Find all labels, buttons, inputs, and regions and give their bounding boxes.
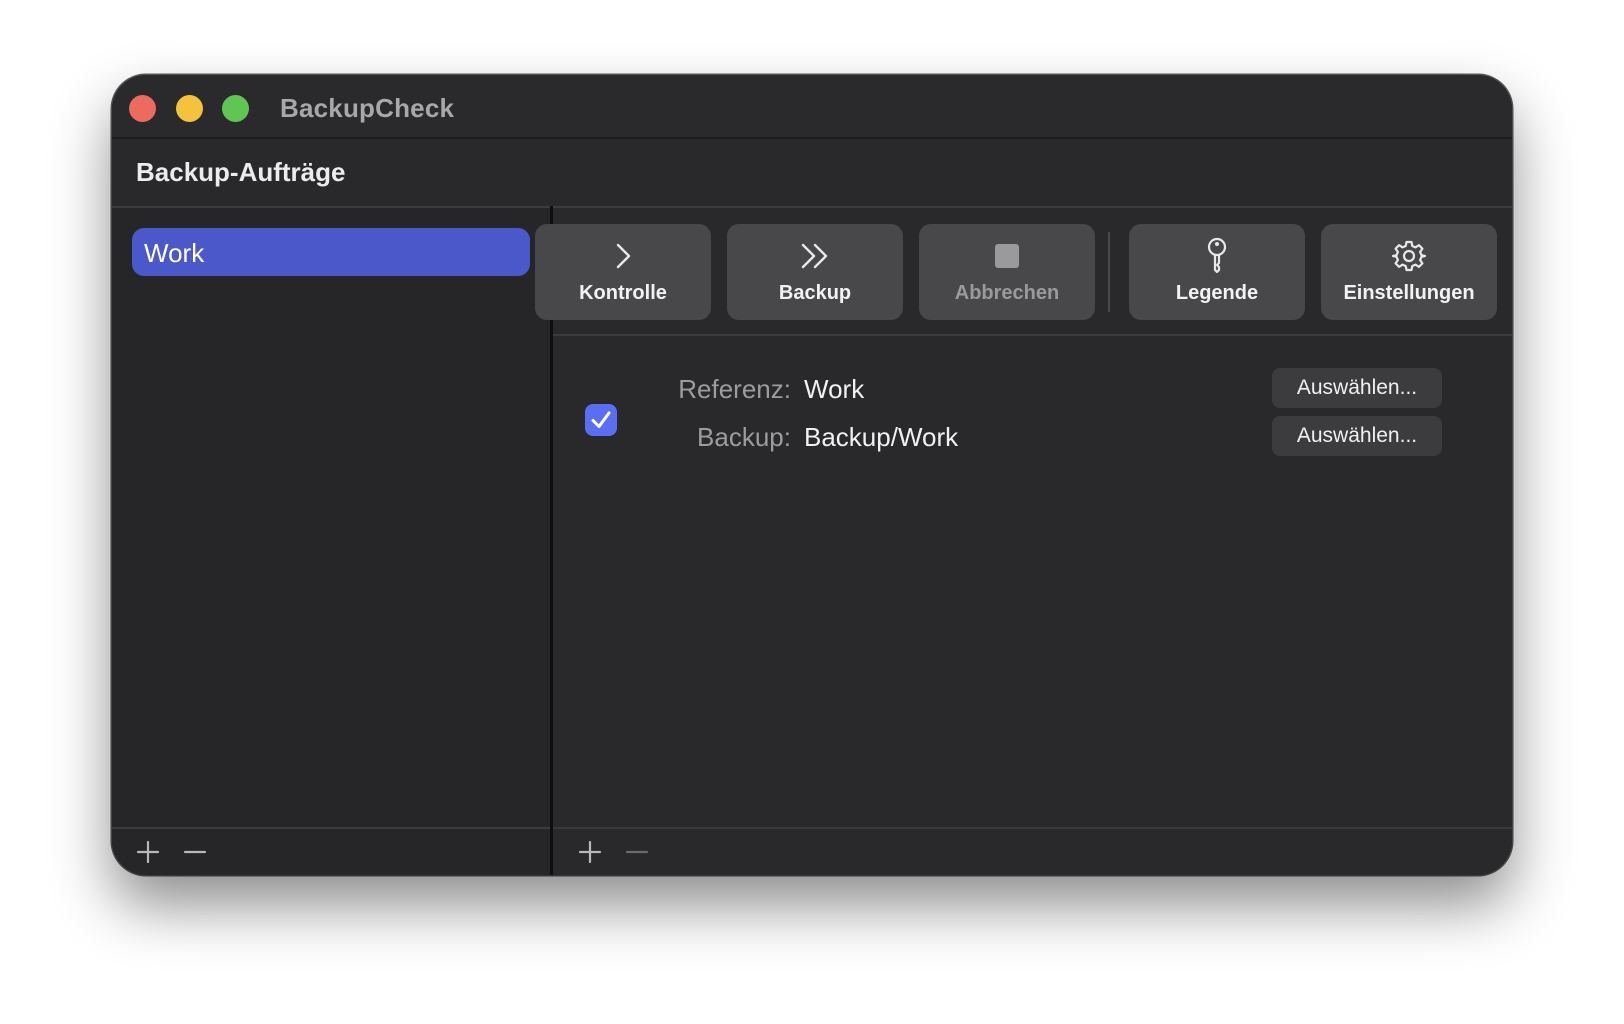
reference-value: Work [804, 374, 865, 404]
detail-bottom-divider [553, 827, 1512, 829]
abbrechen-label: Abbrechen [954, 282, 1060, 304]
gear-icon [1392, 240, 1426, 272]
einstellungen-label: Einstellungen [1343, 282, 1475, 304]
detail-bottom-bar [553, 827, 1512, 875]
kontrolle-button[interactable]: Kontrolle [535, 224, 711, 320]
plus-icon [136, 840, 160, 864]
minimize-window-button[interactable] [176, 95, 203, 122]
section-title: Backup-Aufträge [136, 157, 346, 187]
choose-reference-button[interactable]: Auswählen... [1272, 368, 1442, 408]
toolbar-divider [553, 334, 1512, 336]
backup-path-value: Backup/Work [804, 422, 959, 452]
sidebar-bottom-bar [112, 827, 550, 875]
stop-icon [995, 244, 1019, 268]
minus-icon [625, 850, 649, 854]
remove-job-button[interactable] [182, 839, 208, 865]
window-title: BackupCheck [280, 93, 455, 123]
legende-button[interactable]: Legende [1129, 224, 1305, 320]
remove-pair-button[interactable] [624, 839, 650, 865]
minus-icon [183, 850, 207, 854]
double-chevron-right-icon [801, 243, 828, 269]
job-list-sidebar: Work [112, 208, 550, 875]
key-icon [1207, 237, 1227, 274]
sidebar-item-label: Work [144, 238, 205, 268]
zoom-window-button[interactable] [222, 95, 249, 122]
kontrolle-label: Kontrolle [579, 282, 667, 304]
section-header: Backup-Aufträge [112, 139, 1512, 206]
plus-icon [578, 840, 602, 864]
backup-label: Backup [778, 282, 852, 304]
backup-button[interactable]: Backup [727, 224, 903, 320]
job-detail-pane: Kontrolle Backup Abbrechen Legende Einst… [535, 208, 1512, 875]
add-pair-button[interactable] [577, 839, 603, 865]
reference-label: Referenz: [678, 374, 791, 404]
sidebar-item-work[interactable]: Work [132, 228, 530, 276]
toolbar-separator [1108, 232, 1110, 312]
add-job-button[interactable] [135, 839, 161, 865]
choose-backup-button[interactable]: Auswählen... [1272, 416, 1442, 456]
legende-label: Legende [1175, 282, 1259, 304]
app-window: BackupCheck Backup-Aufträge Work Kontrol… [112, 75, 1512, 875]
chevron-right-icon [616, 243, 631, 269]
backup-path-label: Backup: [697, 422, 791, 452]
toolbar: Kontrolle Backup Abbrechen Legende Einst… [535, 208, 1512, 336]
title-bar[interactable]: BackupCheck [112, 75, 1512, 139]
einstellungen-button[interactable]: Einstellungen [1321, 224, 1497, 320]
close-window-button[interactable] [129, 95, 156, 122]
abbrechen-button[interactable]: Abbrechen [919, 224, 1095, 320]
sidebar-bottom-divider [112, 827, 550, 829]
